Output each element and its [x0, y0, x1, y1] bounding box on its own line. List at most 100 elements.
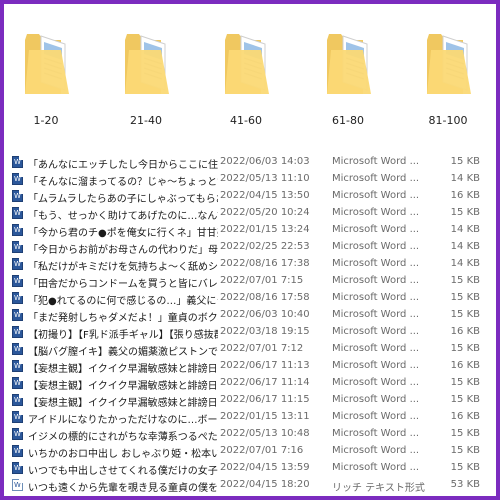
file-type: Microsoft Word ... — [332, 292, 420, 303]
file-type: Microsoft Word ... — [332, 275, 420, 286]
file-row[interactable]: W アイドルになりたかっただけなのに…ボーイッシュ...2022/01/15 13… — [4, 409, 496, 426]
file-name: 【脳バグ膣イキ】義父の媚薬激ピストンで連れ... — [28, 347, 218, 358]
file-row[interactable]: W 「犯●れてるのに何で感じるの…」義父に皆●...2022/08/16 17:5… — [4, 290, 496, 307]
file-row[interactable]: W 「今から君のチ●ポを俺女に行くネ」甘甘美... 2022/01/15 13:24… — [4, 222, 496, 239]
word-doc-icon: W — [12, 360, 23, 372]
file-date: 2022/05/13 11:10 — [220, 173, 310, 184]
file-name: 「田舎だからコンドームを買うと皆にバレちゃう.... — [28, 279, 218, 290]
file-size: 15 KB — [450, 275, 480, 286]
folder-item[interactable]: 81-100 — [418, 20, 478, 130]
folder-item[interactable]: 41-60 — [216, 20, 276, 130]
file-date: 2022/05/20 10:24 — [220, 207, 310, 218]
file-type: Microsoft Word ... — [332, 326, 420, 337]
file-name: 【初撮り】【F乳ド派手ギャル】【張り感抜群の... — [28, 330, 218, 341]
file-date: 2022/06/17 11:13 — [220, 360, 310, 371]
folder-icon — [225, 34, 269, 94]
file-size: 15 KB — [450, 377, 480, 388]
file-row[interactable]: W 「ムラムラしたらあの子にしゃぶってもらおうぜ」飲...2022/04/15 1… — [4, 188, 496, 205]
file-date: 2022/01/15 13:24 — [220, 224, 310, 235]
file-size: 15 KB — [450, 207, 480, 218]
word-doc-icon: W — [12, 258, 23, 270]
file-row[interactable]: W 【初撮り】【F乳ド派手ギャル】【張り感抜群の...2022/03/18 19:… — [4, 324, 496, 341]
file-name: いちかのおロ中出し おしゃぶり姫・松本いちか... — [28, 449, 218, 460]
file-size: 15 KB — [450, 309, 480, 320]
file-name: 「今から君のチ●ポを俺女に行くネ」甘甘美... — [28, 228, 218, 239]
word-doc-icon: W — [12, 241, 23, 253]
word-doc-icon: W — [12, 326, 23, 338]
file-type: Microsoft Word ... — [332, 360, 420, 371]
file-row[interactable]: W 「あんなにエッチしたし今日からここに住むね！」...2022/06/03 14… — [4, 154, 496, 171]
folder-icon — [427, 34, 471, 94]
file-size: 14 KB — [450, 173, 480, 184]
word-doc-icon: W — [12, 428, 23, 440]
folder-label: 41-60 — [230, 114, 262, 127]
file-date: 2022/08/16 17:58 — [220, 292, 310, 303]
file-type: Microsoft Word ... — [332, 190, 420, 201]
word-doc-icon: W — [12, 173, 23, 185]
file-date: 2022/06/17 11:15 — [220, 394, 310, 405]
word-doc-icon: W — [12, 343, 23, 355]
word-doc-icon: W — [12, 394, 23, 406]
file-row[interactable]: W 「田舎だからコンドームを買うと皆にバレちゃう....2022/07/01 7:… — [4, 273, 496, 290]
file-type: Microsoft Word ... — [332, 445, 420, 456]
folder-item[interactable]: 1-20 — [16, 20, 76, 130]
file-date: 2022/06/03 14:03 — [220, 156, 310, 167]
explorer-window: 1-20 21-40 41-60 61-80 81-100 W 「あんなにエッチ… — [4, 4, 496, 496]
file-size: 15 KB — [450, 462, 480, 473]
file-size: 15 KB — [450, 428, 480, 439]
file-size: 16 KB — [450, 190, 480, 201]
folder-icon — [25, 34, 69, 94]
file-type: Microsoft Word ... — [332, 173, 420, 184]
file-size: 15 KB — [450, 445, 480, 456]
file-size: 53 KB — [450, 479, 480, 490]
file-type: Microsoft Word ... — [332, 241, 420, 252]
file-type: Microsoft Word ... — [332, 428, 420, 439]
file-type: Microsoft Word ... — [332, 309, 420, 320]
folder-item[interactable]: 21-40 — [116, 20, 176, 130]
file-name: 「今日からお前がお母さんの代わりだ」母が出... — [28, 245, 218, 256]
file-name: 「もう、せっかく助けてあげたのに…なんで？（... — [28, 211, 218, 222]
file-row[interactable]: W イジメの標的にされがちな幸薄系つるぺた地味...2022/05/13 10:4… — [4, 426, 496, 443]
folder-icon — [327, 34, 371, 94]
word-doc-icon: W — [12, 411, 23, 423]
file-row[interactable]: W 「まだ発射しちゃダメだよ！」童貞のボクの射精...2022/06/03 10:… — [4, 307, 496, 324]
folder-grid: 1-20 21-40 41-60 61-80 81-100 — [4, 20, 496, 130]
word-doc-icon: W — [12, 462, 23, 474]
file-date: 2022/07/01 7:12 — [220, 343, 304, 354]
file-size: 16 KB — [450, 326, 480, 337]
file-row[interactable]: W 【妄想主観】イクイク早漏敏感妹と誹謗日子... 2022/06/17 11:15… — [4, 392, 496, 409]
file-row[interactable]: W いちかのおロ中出し おしゃぶり姫・松本いちか...2022/07/01 7:1… — [4, 443, 496, 460]
file-size: 15 KB — [450, 156, 480, 167]
file-date: 2022/04/15 13:59 — [220, 462, 310, 473]
file-date: 2022/07/01 7:15 — [220, 275, 304, 286]
file-date: 2022/04/15 13:50 — [220, 190, 310, 201]
word-doc-icon: W — [12, 377, 23, 389]
file-row[interactable]: W 「そんなに溜まってるの？じゃ～ちょっとだけだよ」...2022/05/13 1… — [4, 171, 496, 188]
file-row[interactable]: W 【妄想主観】イクイク早漏敏感妹と誹謗日子... 2022/06/17 11:14… — [4, 375, 496, 392]
file-row[interactable]: W 【脳バグ膣イキ】義父の媚薬激ピストンで連れ...2022/07/01 7:12… — [4, 341, 496, 358]
file-row[interactable]: W 【妄想主観】イクイク早漏敏感妹と誹謗日子... 2022/06/17 11:13… — [4, 358, 496, 375]
folder-icon — [125, 34, 169, 94]
file-row[interactable]: W 「私だけがキミだけを気持ちよ～く舐めシゴける」...2022/08/16 17… — [4, 256, 496, 273]
file-row[interactable]: W いつでも中出しさせてくれる僕だけの女子●生...2022/04/15 13:5… — [4, 460, 496, 477]
folder-label: 61-80 — [332, 114, 364, 127]
file-date: 2022/04/15 18:20 — [220, 479, 310, 490]
file-name: 【妄想主観】イクイク早漏敏感妹と誹謗日子... — [28, 381, 218, 392]
word-doc-icon: W — [12, 207, 23, 219]
folder-item[interactable]: 61-80 — [318, 20, 378, 130]
file-type: Microsoft Word ... — [332, 411, 420, 422]
file-name: 「そんなに溜まってるの？じゃ～ちょっとだけだよ」... — [28, 177, 218, 188]
file-type: リッチ テキスト形式 — [332, 483, 425, 494]
file-date: 2022/06/03 10:40 — [220, 309, 310, 320]
file-name: 「まだ発射しちゃダメだよ！」童貞のボクの射精... — [28, 313, 218, 324]
file-size: 15 KB — [450, 394, 480, 405]
file-name: 「ムラムラしたらあの子にしゃぶってもらおうぜ」飲... — [28, 194, 218, 205]
rtf-doc-icon: W — [12, 479, 23, 491]
file-type: Microsoft Word ... — [332, 258, 420, 269]
file-row[interactable]: W いつも遠くから先輩を覗き見る童貞の僕を至... 2022/04/15 18:20… — [4, 477, 496, 494]
file-row[interactable]: W 「もう、せっかく助けてあげたのに…なんで？（...2022/05/20 10:… — [4, 205, 496, 222]
file-size: 15 KB — [450, 292, 480, 303]
file-row[interactable]: W 「今日からお前がお母さんの代わりだ」母が出...2022/02/25 22:5… — [4, 239, 496, 256]
word-doc-icon: W — [12, 190, 23, 202]
file-date: 2022/05/13 10:48 — [220, 428, 310, 439]
